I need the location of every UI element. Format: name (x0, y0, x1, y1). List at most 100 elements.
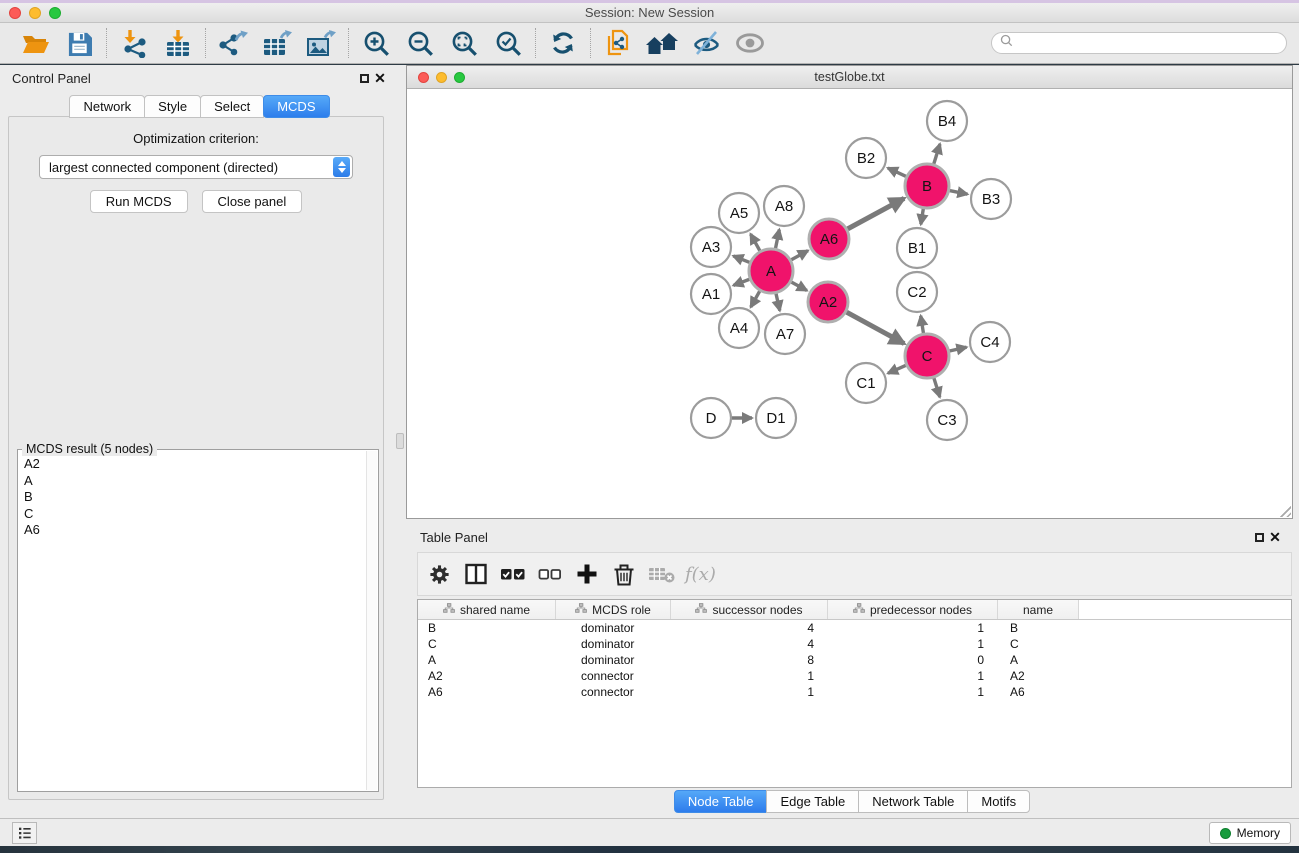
deselect-all-checkboxes-icon[interactable] (535, 559, 565, 589)
cell-shared-name[interactable]: B (418, 620, 556, 636)
home-pair-icon[interactable] (646, 27, 678, 59)
cell-predecessor-nodes[interactable]: 1 (828, 684, 998, 700)
memory-button[interactable]: Memory (1209, 822, 1291, 844)
export-image-icon[interactable] (305, 27, 337, 59)
tab-select[interactable]: Select (200, 95, 264, 118)
minimize-traffic-light[interactable] (29, 7, 41, 19)
table-row-A2[interactable]: A2connector11A2 (418, 668, 1291, 684)
edge-C-C1[interactable] (888, 365, 906, 373)
edge-B-B3[interactable] (950, 191, 968, 195)
delete-columns-trash-icon[interactable] (609, 559, 639, 589)
network-canvas[interactable]: B4B2BB3A8A5A6A3B1AC2A1A2A4A7C4CC1DD1C3 (407, 89, 1292, 518)
table-row-A[interactable]: Adominator80A (418, 652, 1291, 668)
edge-B-B2[interactable] (888, 168, 906, 176)
network-close-traffic-light[interactable] (418, 72, 429, 83)
network-zoom-traffic-light[interactable] (454, 72, 465, 83)
edge-A-A5[interactable] (751, 234, 760, 251)
export-table-icon[interactable] (261, 27, 293, 59)
edge-A-A2[interactable] (791, 282, 807, 291)
edge-A-A8[interactable] (776, 230, 780, 249)
export-network-icon[interactable] (217, 27, 249, 59)
add-column-plus-icon[interactable] (572, 559, 602, 589)
tab-style[interactable]: Style (144, 95, 201, 118)
column-header-shared-name[interactable]: shared name (418, 600, 556, 619)
cell-shared-name[interactable]: A (418, 652, 556, 668)
cell-name[interactable]: C (998, 636, 1079, 652)
edge-A-A6[interactable] (791, 251, 808, 260)
edge-B-B1[interactable] (921, 209, 924, 225)
tab-edge-table[interactable]: Edge Table (766, 790, 859, 813)
edge-A-A4[interactable] (751, 291, 760, 307)
panels-menu-button[interactable] (12, 822, 37, 844)
mcds-result-item[interactable]: B (24, 489, 365, 506)
edge-B-B4[interactable] (934, 144, 940, 164)
close-panel-button[interactable]: Close panel (202, 190, 303, 213)
search-input[interactable] (1017, 36, 1278, 50)
cell-predecessor-nodes[interactable]: 1 (828, 620, 998, 636)
close-traffic-light[interactable] (9, 7, 21, 19)
table-row-B[interactable]: Bdominator41B (418, 620, 1291, 636)
table-row-C[interactable]: Cdominator41C (418, 636, 1291, 652)
cell-successor-nodes[interactable]: 1 (671, 668, 828, 684)
zoom-fit-icon[interactable] (448, 27, 480, 59)
refresh-icon[interactable] (547, 27, 579, 59)
settings-gear-icon[interactable] (424, 559, 454, 589)
cell-name[interactable]: A2 (998, 668, 1079, 684)
hide-graphics-eye-slash-icon[interactable] (690, 27, 722, 59)
save-floppy-icon[interactable] (63, 27, 95, 59)
network-window-titlebar[interactable]: testGlobe.txt (407, 66, 1292, 89)
table-row-A6[interactable]: A6connector11A6 (418, 684, 1291, 700)
mcds-result-item[interactable]: C (24, 506, 365, 523)
mcds-result-item[interactable]: A2 (24, 456, 365, 473)
cell-successor-nodes[interactable]: 1 (671, 684, 828, 700)
table-panel-float-icon[interactable] (1251, 529, 1267, 545)
cell-mcds-role[interactable]: dominator (556, 652, 671, 668)
column-header-mcds-role[interactable]: MCDS role (556, 600, 671, 619)
select-all-checkboxes-icon[interactable] (498, 559, 528, 589)
tab-network[interactable]: Network (69, 95, 145, 118)
clone-network-icon[interactable] (602, 27, 634, 59)
tab-motifs[interactable]: Motifs (967, 790, 1030, 813)
cell-predecessor-nodes[interactable]: 1 (828, 668, 998, 684)
edge-C-C2[interactable] (921, 316, 924, 334)
tab-mcds[interactable]: MCDS (263, 95, 329, 118)
table-panel-close-icon[interactable]: ✕ (1267, 529, 1283, 545)
edge-A6-B[interactable] (847, 198, 904, 229)
zoom-in-icon[interactable] (360, 27, 392, 59)
cell-mcds-role[interactable]: connector (556, 684, 671, 700)
network-minimize-traffic-light[interactable] (436, 72, 447, 83)
cell-successor-nodes[interactable]: 4 (671, 636, 828, 652)
cell-shared-name[interactable]: A2 (418, 668, 556, 684)
show-graphics-eye-icon[interactable] (734, 27, 766, 59)
cell-successor-nodes[interactable]: 8 (671, 652, 828, 668)
criterion-select[interactable]: largest connected component (directed) (39, 155, 353, 179)
result-scrollbar[interactable] (366, 451, 377, 790)
delete-table-icon[interactable] (646, 559, 676, 589)
cell-name[interactable]: B (998, 620, 1079, 636)
cell-shared-name[interactable]: A6 (418, 684, 556, 700)
mcds-result-item[interactable]: A (24, 473, 365, 490)
mcds-result-item[interactable]: A6 (24, 522, 365, 539)
cell-name[interactable]: A6 (998, 684, 1079, 700)
cell-successor-nodes[interactable]: 4 (671, 620, 828, 636)
show-columns-icon[interactable] (461, 559, 491, 589)
edge-A-A7[interactable] (776, 293, 780, 310)
edge-C-C4[interactable] (949, 347, 966, 351)
cell-predecessor-nodes[interactable]: 0 (828, 652, 998, 668)
cell-shared-name[interactable]: C (418, 636, 556, 652)
column-header-successor-nodes[interactable]: successor nodes (671, 600, 828, 619)
zoom-selected-icon[interactable] (492, 27, 524, 59)
open-folder-icon[interactable] (19, 27, 51, 59)
cell-predecessor-nodes[interactable]: 1 (828, 636, 998, 652)
search-field[interactable] (991, 32, 1287, 54)
import-network-icon[interactable] (118, 27, 150, 59)
cell-mcds-role[interactable]: dominator (556, 636, 671, 652)
edge-A2-C[interactable] (846, 312, 904, 343)
edge-A-A3[interactable] (733, 256, 749, 263)
edge-C-C3[interactable] (934, 378, 940, 397)
column-header-predecessor-nodes[interactable]: predecessor nodes (828, 600, 998, 619)
cell-mcds-role[interactable]: dominator (556, 620, 671, 636)
panel-splitter-handle[interactable] (396, 433, 404, 449)
function-builder-fx-icon[interactable]: f(x) (683, 564, 716, 585)
zoom-out-icon[interactable] (404, 27, 436, 59)
